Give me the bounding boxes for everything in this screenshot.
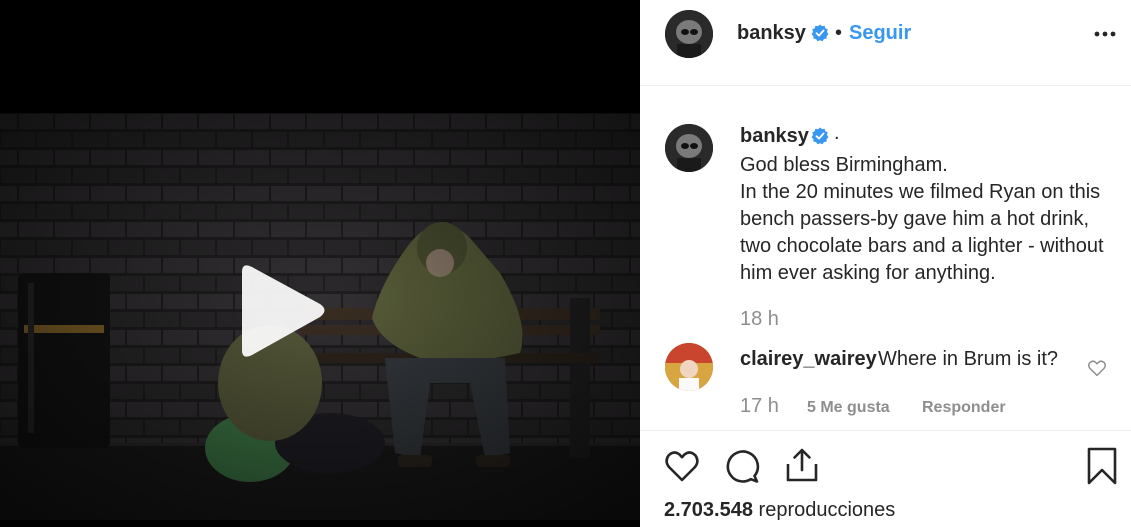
comment-text: Where in Brum is it? xyxy=(878,348,1059,370)
action-bar: 2.703.548 reproducciones xyxy=(640,430,1131,527)
separator-dot: • xyxy=(835,22,843,44)
caption-timestamp[interactable]: 18 h xyxy=(740,308,779,331)
play-icon[interactable] xyxy=(228,260,338,370)
caption-username-link[interactable]: banksy xyxy=(740,125,809,148)
avatar[interactable] xyxy=(665,10,713,58)
video-bottom-strip xyxy=(0,520,640,527)
share-icon[interactable] xyxy=(784,447,820,483)
comment-avatar[interactable] xyxy=(665,343,713,391)
verified-badge-icon xyxy=(811,24,829,42)
bookmark-icon[interactable] xyxy=(1086,447,1118,485)
caption-trailing-dot: . xyxy=(834,122,840,144)
comment-timestamp[interactable]: 17 h xyxy=(740,395,779,418)
comment-heart-icon[interactable] xyxy=(1087,359,1107,377)
reply-button[interactable]: Responder xyxy=(922,399,1006,417)
comment-username-link[interactable]: clairey_wairey xyxy=(740,348,877,371)
views-label: reproducciones xyxy=(758,499,896,521)
post-sidebar: banksy • Seguir banksy . God bless Birmi… xyxy=(640,0,1131,527)
caption-avatar[interactable] xyxy=(665,124,713,172)
caption-text: God bless Birmingham. In the 20 minutes … xyxy=(740,154,1104,284)
views-number: 2.703.548 xyxy=(664,499,753,521)
username-link[interactable]: banksy xyxy=(737,22,806,45)
comment-icon[interactable] xyxy=(724,449,760,483)
verified-badge-icon xyxy=(811,127,829,145)
comment-likes-link[interactable]: 5 Me gusta xyxy=(807,399,890,417)
follow-button[interactable]: Seguir xyxy=(849,22,911,45)
post-header: banksy • Seguir xyxy=(640,0,1131,86)
heart-icon[interactable] xyxy=(664,449,700,483)
more-options-icon[interactable] xyxy=(1092,25,1120,43)
views-count[interactable]: 2.703.548 reproducciones xyxy=(664,499,895,522)
video-player[interactable] xyxy=(0,0,640,527)
